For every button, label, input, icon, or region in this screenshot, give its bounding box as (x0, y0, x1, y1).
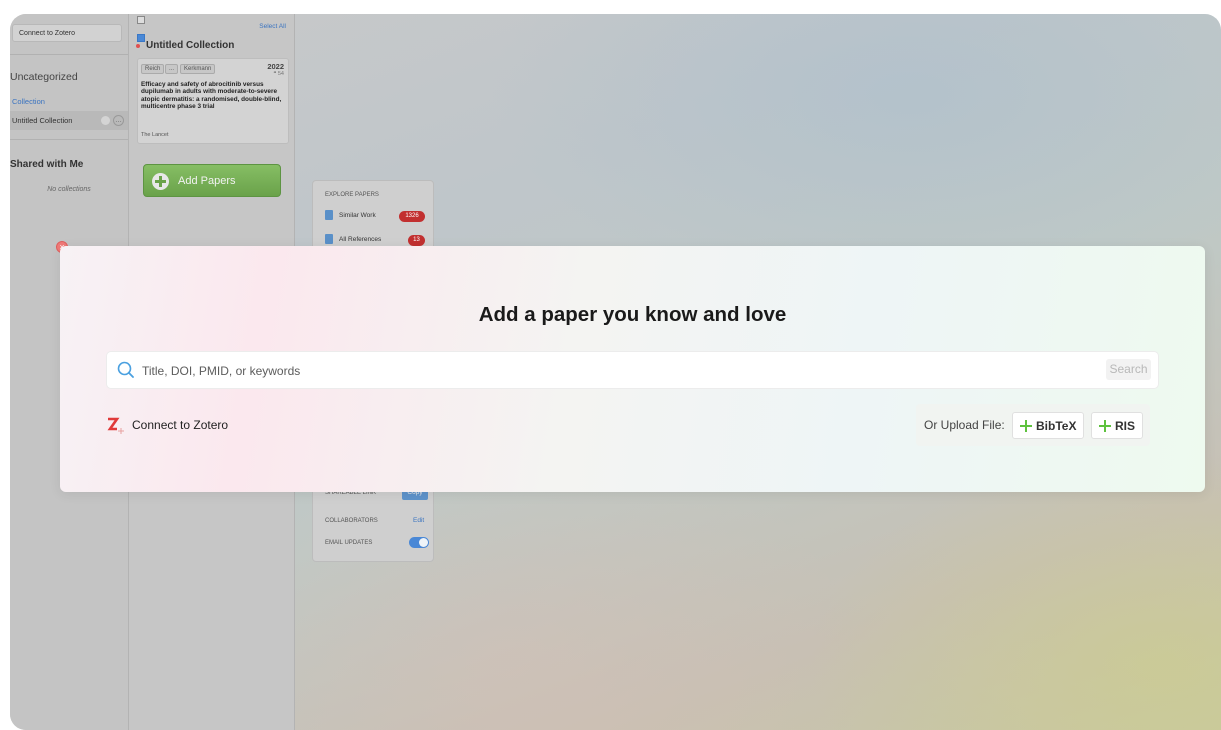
sidebar-item-label: Untitled Collection (12, 116, 73, 125)
explore-heading: EXPLORE PAPERS (325, 192, 379, 198)
author-tag[interactable]: Reich (141, 64, 165, 74)
paper-year: 2022 (267, 62, 284, 71)
upload-file-group: Or Upload File: BibTeX RIS (916, 404, 1150, 446)
author-ellipsis-tag[interactable]: ... (165, 64, 179, 74)
collection-title[interactable]: Untitled Collection (146, 40, 234, 51)
search-box: Search (107, 352, 1158, 390)
add-paper-modal: Add a paper you know and love Search Con… (60, 246, 1205, 492)
all-references-item[interactable]: All References (325, 234, 381, 246)
document-icon (325, 210, 333, 221)
divider (10, 54, 128, 55)
sidebar-item-untitled-collection[interactable]: Untitled Collection … (10, 111, 128, 130)
references-count-badge: 13 (408, 235, 425, 246)
filter-checkboxes (137, 14, 237, 42)
divider (10, 139, 128, 140)
add-papers-button[interactable]: Add Papers (143, 164, 281, 197)
zotero-icon (107, 417, 124, 434)
upload-bibtex-button[interactable]: BibTeX (1012, 412, 1084, 439)
paper-card[interactable]: Reich ... Kerkmann 2022 ❝ 54 Efficacy an… (137, 58, 289, 144)
paper-journal: The Lancet (141, 132, 169, 138)
select-all-link[interactable]: Select All (259, 23, 286, 30)
filter-checkbox[interactable] (137, 16, 145, 24)
similar-work-count-badge: 1326 (399, 211, 425, 222)
uncategorized-item[interactable]: Uncategorized (10, 71, 78, 83)
all-references-label: All References (339, 236, 382, 243)
email-updates-label: EMAIL UPDATES (325, 540, 373, 546)
plus-circle-icon (152, 173, 169, 190)
collection-color-dot (136, 44, 140, 48)
shared-heading: Shared with Me (10, 159, 84, 170)
plus-icon (1020, 420, 1032, 432)
similar-work-item[interactable]: Similar Work (325, 210, 376, 222)
more-options-icon[interactable]: … (113, 115, 124, 126)
search-icon (117, 361, 134, 378)
citation-count-value: 54 (277, 71, 284, 77)
author-tag[interactable]: Kerkmann (180, 64, 216, 74)
search-button[interactable]: Search (1106, 359, 1151, 380)
count-indicator (101, 116, 110, 125)
upload-label: Or Upload File: (924, 418, 1005, 432)
collaborators-label: COLLABORATORS (325, 518, 378, 524)
search-input[interactable] (140, 352, 1044, 390)
modal-title: Add a paper you know and love (478, 303, 787, 326)
citation-count: ❝ 54 (273, 71, 284, 77)
ris-label: RIS (1115, 419, 1136, 433)
upload-ris-button[interactable]: RIS (1091, 412, 1143, 439)
document-icon (325, 234, 333, 245)
no-collections-text: No collections (47, 186, 91, 193)
edit-collaborators-link[interactable]: Edit (413, 517, 424, 524)
filter-checkbox-checked[interactable] (137, 34, 145, 42)
email-updates-toggle[interactable] (409, 537, 429, 548)
paper-title[interactable]: Efficacy and safety of abrocitinib versu… (141, 81, 287, 111)
bibtex-label: BibTeX (1036, 419, 1077, 433)
connect-zotero-button[interactable]: Connect to Zotero (12, 24, 122, 42)
add-papers-label: Add Papers (178, 175, 236, 187)
plus-icon (1099, 420, 1111, 432)
connect-zotero-label: Connect to Zotero (132, 418, 229, 432)
similar-work-label: Similar Work (339, 212, 376, 219)
collection-link[interactable]: Collection (12, 97, 45, 106)
